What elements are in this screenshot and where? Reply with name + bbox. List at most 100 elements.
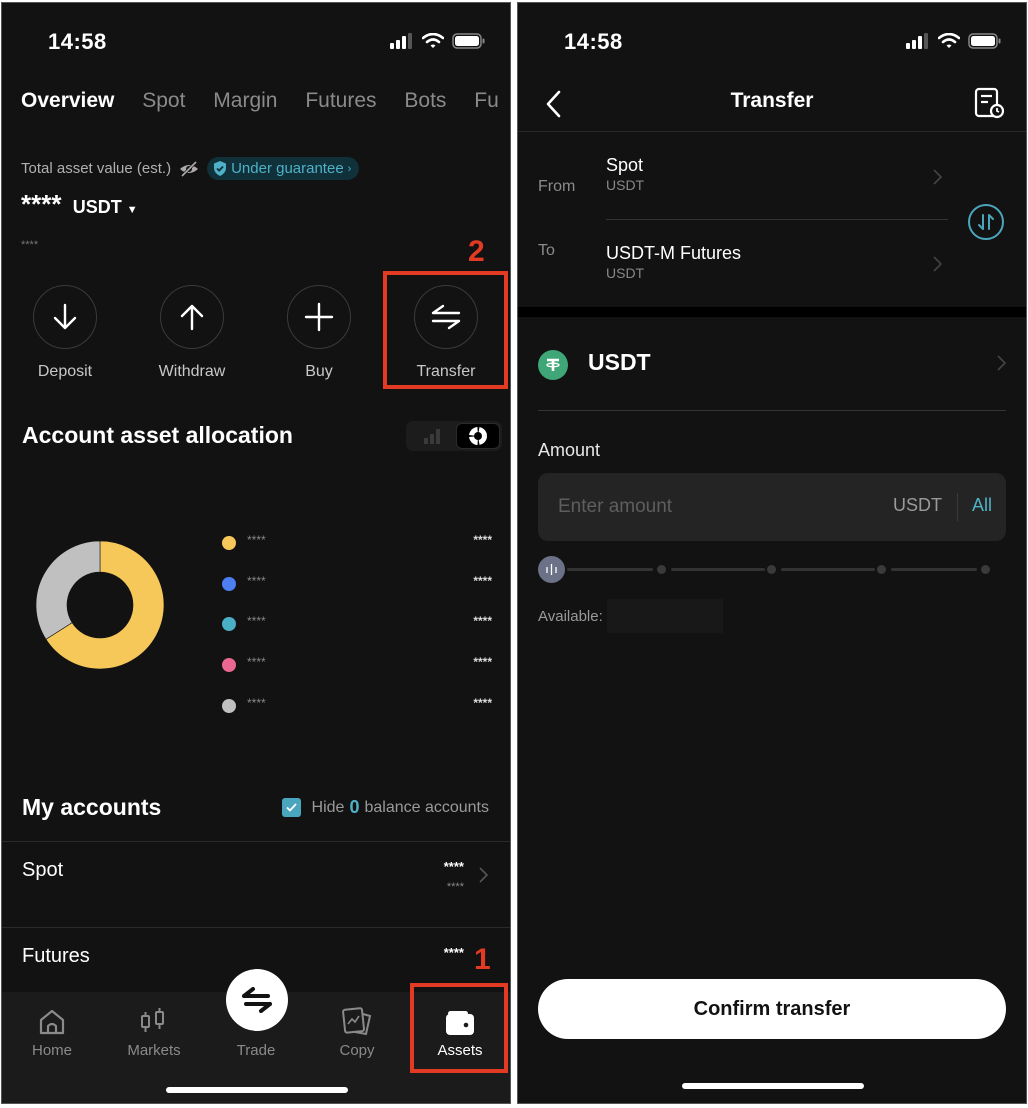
- deposit-label: Deposit: [37, 363, 93, 380]
- divider: [538, 410, 1006, 411]
- donut-slice: [35, 540, 101, 640]
- cellular-signal-icon: [906, 33, 928, 49]
- all-amount-button[interactable]: All: [972, 495, 992, 516]
- legend-row: **** ****: [222, 614, 492, 655]
- buy-button[interactable]: Buy: [269, 285, 369, 381]
- allocation-donut-chart: [35, 540, 165, 670]
- transfer-history-icon[interactable]: [974, 87, 1004, 119]
- total-asset-row: Total asset value (est.) Under guarantee…: [21, 157, 360, 180]
- legend-row: **** ****: [222, 696, 492, 737]
- allocation-legend: **** **** **** **** **** **** **** **** ****…: [222, 533, 492, 736]
- divider: [957, 493, 958, 521]
- legend-dot: [222, 536, 236, 550]
- tab-markets[interactable]: Markets: [109, 1002, 199, 1059]
- legend-row: **** ****: [222, 533, 492, 574]
- status-time: 14:58: [564, 29, 623, 54]
- tab-home[interactable]: Home: [7, 1002, 97, 1059]
- tab-label: Home: [31, 1042, 72, 1059]
- account-value: ****: [443, 945, 464, 960]
- bar-chart-toggle[interactable]: [410, 423, 454, 449]
- amount-field-container: USDT All: [538, 473, 1006, 541]
- annotation-step-2: 2: [468, 235, 485, 268]
- account-row-spot[interactable]: Spot **** ****: [2, 843, 510, 929]
- eye-hidden-icon[interactable]: [179, 160, 199, 177]
- tab-futures[interactable]: Futures: [305, 89, 376, 112]
- status-bar: 14:58: [518, 29, 1026, 59]
- annotation-highlight-assets: [410, 983, 508, 1073]
- to-account-currency: USDT: [606, 265, 645, 281]
- donut-chart-toggle[interactable]: [456, 423, 500, 449]
- available-balance: Available:: [538, 599, 723, 633]
- slider-handle[interactable]: [538, 556, 565, 583]
- swap-accounts-button[interactable]: [968, 204, 1004, 240]
- bar-chart-icon: [424, 429, 440, 444]
- total-asset-label: Total asset value (est.): [21, 160, 172, 177]
- to-account-name: USDT-M Futures: [606, 243, 742, 263]
- legend-name: ****: [247, 573, 266, 588]
- slider-tick[interactable]: [981, 565, 990, 574]
- confirm-transfer-button[interactable]: Confirm transfer: [538, 979, 1006, 1039]
- withdraw-button[interactable]: Withdraw: [142, 285, 242, 381]
- tab-overview[interactable]: Overview: [21, 89, 114, 112]
- wifi-icon: [938, 33, 960, 48]
- chevron-right-icon: [997, 355, 1006, 371]
- battery-icon: [968, 33, 1001, 49]
- guarantee-label: Under guarantee: [231, 160, 344, 177]
- legend-dot: [222, 698, 236, 713]
- legend-value: ****: [473, 655, 492, 670]
- amount-unit: USDT: [893, 495, 942, 515]
- to-label: To: [538, 242, 555, 259]
- from-account-currency: USDT: [606, 177, 645, 193]
- legend-row: **** ****: [222, 655, 492, 696]
- shield-check-icon: [214, 161, 227, 176]
- slider-tick[interactable]: [767, 565, 776, 574]
- cellular-signal-icon: [390, 33, 412, 49]
- tab-bots[interactable]: Bots: [404, 89, 446, 112]
- tab-label: Copy: [339, 1042, 375, 1059]
- tab-margin[interactable]: Margin: [213, 89, 277, 112]
- legend-value: ****: [473, 533, 492, 547]
- legend-dot: [222, 658, 236, 673]
- total-asset-value: **** USDT ▼: [21, 189, 138, 220]
- currency-label: USDT: [72, 197, 122, 217]
- slider-track: [567, 568, 653, 571]
- amount-input[interactable]: [558, 473, 858, 541]
- chevron-right-icon: ›: [347, 162, 352, 175]
- tab-trade[interactable]: Trade: [211, 1002, 301, 1059]
- slider-tick[interactable]: [877, 565, 886, 574]
- tab-copy[interactable]: Copy: [312, 1002, 402, 1059]
- slider-tick[interactable]: [657, 565, 666, 574]
- slider-track: [671, 568, 765, 571]
- legend-value: ****: [473, 614, 492, 629]
- amount-percent-slider[interactable]: [538, 555, 994, 583]
- home-indicator: [682, 1083, 864, 1089]
- legend-value: ****: [473, 573, 492, 588]
- chevron-right-icon: [933, 256, 942, 272]
- hide-zero-balance-toggle[interactable]: Hide 0 balance accounts: [281, 797, 489, 818]
- chevron-right-icon: [479, 867, 488, 883]
- status-bar: 14:58: [2, 29, 510, 59]
- usdt-logo-icon: [538, 350, 568, 380]
- under-guarantee-badge[interactable]: Under guarantee ›: [207, 157, 360, 180]
- currency-selector[interactable]: USDT ▼: [73, 197, 138, 217]
- slider-track: [891, 568, 977, 571]
- chart-type-toggle: [406, 421, 502, 451]
- home-icon: [39, 1009, 65, 1035]
- amount-label: Amount: [538, 440, 601, 460]
- donut-chart-icon: [469, 427, 487, 445]
- total-value-masked: ****: [21, 189, 62, 219]
- account-name: Spot: [22, 859, 64, 881]
- from-account-name: Spot: [606, 155, 644, 175]
- home-indicator: [166, 1087, 348, 1093]
- legend-name: ****: [247, 533, 266, 547]
- coin-selector[interactable]: USDT: [538, 343, 1006, 387]
- checkbox-checked[interactable]: [281, 798, 301, 817]
- account-type-tabs: Overview Spot Margin Futures Bots Fu: [21, 89, 510, 113]
- buy-label: Buy: [305, 363, 333, 380]
- grip-icon: [546, 564, 557, 575]
- markets-icon: [141, 1008, 164, 1032]
- account-name: Futures: [22, 945, 90, 967]
- deposit-button[interactable]: Deposit: [15, 285, 115, 381]
- tab-spot[interactable]: Spot: [142, 89, 185, 112]
- tab-truncated[interactable]: Fu: [474, 89, 499, 112]
